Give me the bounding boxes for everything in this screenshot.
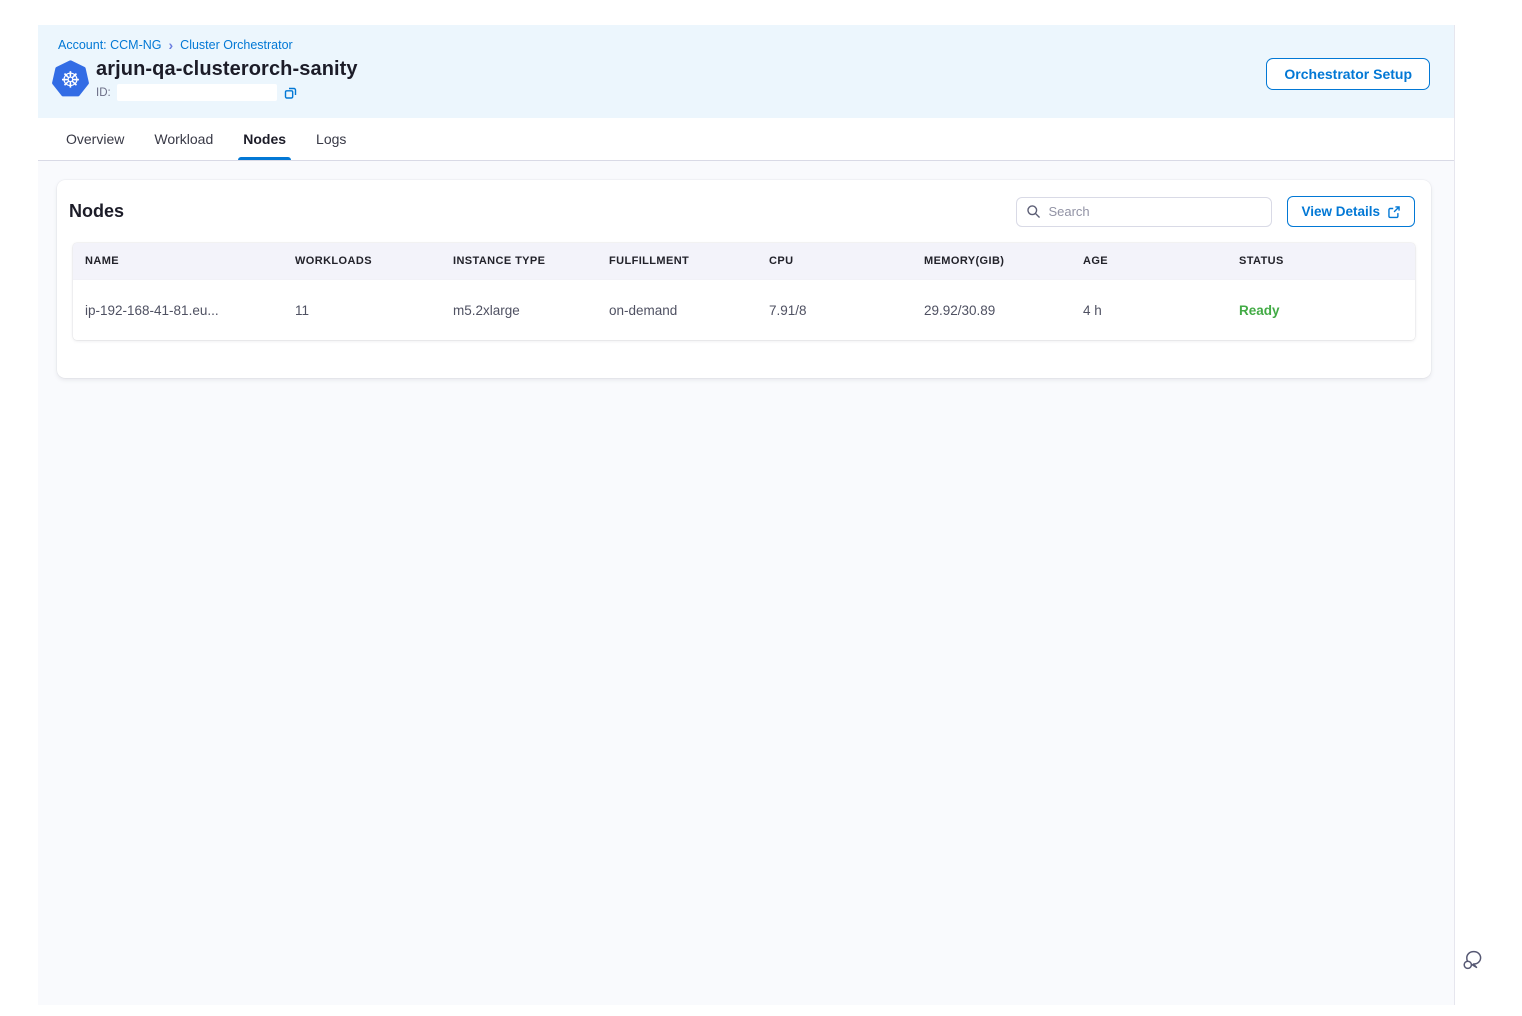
chevron-right-icon: › (169, 39, 174, 51)
view-details-button[interactable]: View Details (1287, 196, 1415, 227)
orchestrator-setup-button[interactable]: Orchestrator Setup (1266, 58, 1430, 90)
page-title: arjun-qa-clusterorch-sanity (96, 58, 358, 81)
title-row: ☸ arjun-qa-clusterorch-sanity ID: (52, 58, 1430, 101)
tab-overview[interactable]: Overview (66, 118, 124, 160)
tab-nodes[interactable]: Nodes (243, 118, 286, 160)
cluster-id-row: ID: (96, 84, 358, 101)
breadcrumb: Account: CCM-NG › Cluster Orchestrator (52, 38, 1430, 52)
svg-text:☸: ☸ (61, 67, 81, 93)
app-frame: Account: CCM-NG › Cluster Orchestrator ☸… (38, 25, 1455, 1005)
tab-workload[interactable]: Workload (154, 118, 213, 160)
card-header-actions: View Details (1016, 196, 1415, 227)
id-label: ID: (96, 87, 111, 99)
column-header-workloads: WORKLOADS (283, 255, 441, 267)
cell-cpu: 7.91/8 (757, 303, 912, 318)
copy-icon[interactable] (283, 85, 298, 100)
cell-workloads: 11 (283, 303, 441, 318)
column-header-instance-type: INSTANCE TYPE (441, 255, 597, 267)
table-row[interactable]: ip-192-168-41-81.eu... 11 m5.2xlarge on-… (73, 279, 1415, 340)
external-link-icon (1387, 205, 1401, 219)
column-header-memory: MEMORY(GIB) (912, 255, 1071, 267)
tab-bar: Overview Workload Nodes Logs (38, 118, 1454, 161)
content-area: Nodes View Details (38, 161, 1454, 1005)
cell-memory: 29.92/30.89 (912, 303, 1071, 318)
table-header-row: NAME WORKLOADS INSTANCE TYPE FULFILLMENT… (73, 243, 1415, 279)
cell-age: 4 h (1071, 303, 1227, 318)
kubernetes-icon: ☸ (52, 60, 89, 97)
id-value-redacted (117, 84, 277, 101)
chat-icon[interactable] (1461, 948, 1485, 972)
search-box[interactable] (1016, 197, 1272, 227)
column-header-age: AGE (1071, 255, 1227, 267)
cell-instance-type: m5.2xlarge (441, 303, 597, 318)
breadcrumb-account-link[interactable]: Account: CCM-NG (58, 38, 162, 52)
nodes-table: NAME WORKLOADS INSTANCE TYPE FULFILLMENT… (73, 243, 1415, 340)
column-header-name: NAME (73, 255, 283, 267)
cell-fulfillment: on-demand (597, 303, 757, 318)
column-header-fulfillment: FULFILLMENT (597, 255, 757, 267)
nodes-card: Nodes View Details (57, 180, 1431, 378)
nodes-card-header: Nodes View Details (73, 196, 1415, 227)
view-details-label: View Details (1301, 204, 1380, 219)
breadcrumb-section-link[interactable]: Cluster Orchestrator (180, 38, 293, 52)
nodes-heading: Nodes (69, 201, 124, 222)
column-header-status: STATUS (1227, 255, 1415, 267)
cell-node-name: ip-192-168-41-81.eu... (73, 303, 283, 318)
search-input[interactable] (1048, 204, 1262, 219)
status-badge: Ready (1227, 303, 1415, 318)
tab-logs[interactable]: Logs (316, 118, 346, 160)
page-header: Account: CCM-NG › Cluster Orchestrator ☸… (38, 25, 1454, 118)
column-header-cpu: CPU (757, 255, 912, 267)
search-icon (1026, 204, 1041, 219)
title-block: arjun-qa-clusterorch-sanity ID: (96, 58, 358, 101)
